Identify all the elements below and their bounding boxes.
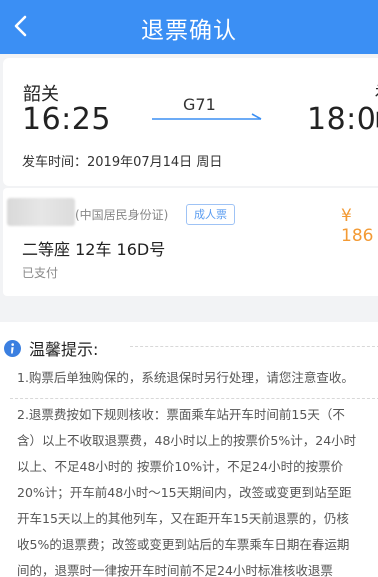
arrow-right-icon <box>152 113 262 120</box>
tip-rule-2-line: 收5%的退票费；改签或变更到站后的车票乘车日期在春运期 <box>17 537 350 552</box>
top-bar: 退票确认 <box>0 0 378 54</box>
tip-rule-2-line: 间的，退票时一律按开车时间前不足24小时标准核收退票 <box>17 563 333 577</box>
tip-rule-2-line: 开车15天以上的其他列车，又在距开车15天前退票的，仍核 <box>17 511 349 526</box>
id-type: (中国居民身份证) <box>75 208 169 222</box>
trip-card: 韶关 16:25 G71 福田 18:04 发车时间：2019年07月14日 周… <box>3 58 378 186</box>
payment-status: 已支付 <box>22 266 59 280</box>
page-title: 退票确认 <box>141 18 237 44</box>
tips-header: 温馨提示: <box>4 336 98 360</box>
departure-time: 16:25 <box>22 102 111 137</box>
tips-section: 温馨提示: 1.购票后单独购保的，系统退保时另行处理，请您注意查收。 2.退票费… <box>0 322 378 577</box>
tip-rule-2: 2.退票费按如下规则核收：票面乘车站开车时间前15天（不 含）以上不收取退票费，… <box>17 402 356 577</box>
departure-date-label: 发车时间： <box>22 155 88 170</box>
departure-date: 发车时间：2019年07月14日 周日 <box>22 151 222 170</box>
arrival-time: 18:04 <box>307 102 378 137</box>
divider <box>10 398 378 399</box>
departure-date-value: 2019年07月14日 周日 <box>87 155 223 170</box>
seat-info: 二等座 12车 16D号 <box>22 240 166 259</box>
ticket-type-badge: 成人票 <box>186 204 235 225</box>
ticket-price: ¥ 186 <box>341 206 374 246</box>
tip-rule-2-line: 含）以上不收取退票费，48小时以上的按票价5%计，24小时 <box>17 433 357 448</box>
tip-rule-2-line: 以上、不足48小时的 按票价10%计，不足24小时的按票价 <box>17 459 344 474</box>
tip-rule-2-line: 2.退票费按如下规则核收：票面乘车站开车时间前15天（不 <box>17 407 345 422</box>
tips-title: 温馨提示: <box>29 340 99 359</box>
divider <box>130 346 378 347</box>
tip-rule-2-line: 20%计；开车前48小时～15天期间内，改签或变更到站至距 <box>17 485 352 500</box>
passenger-card: (中国居民身份证) 成人票 ¥ 186 二等座 12车 16D号 已支付 <box>3 188 378 296</box>
passenger-name-redacted <box>7 198 75 226</box>
train-number: G71 <box>183 95 216 114</box>
info-icon <box>4 339 21 357</box>
tip-rule-1: 1.购票后单独购保的，系统退保时另行处理，请您注意查收。 <box>17 370 354 385</box>
